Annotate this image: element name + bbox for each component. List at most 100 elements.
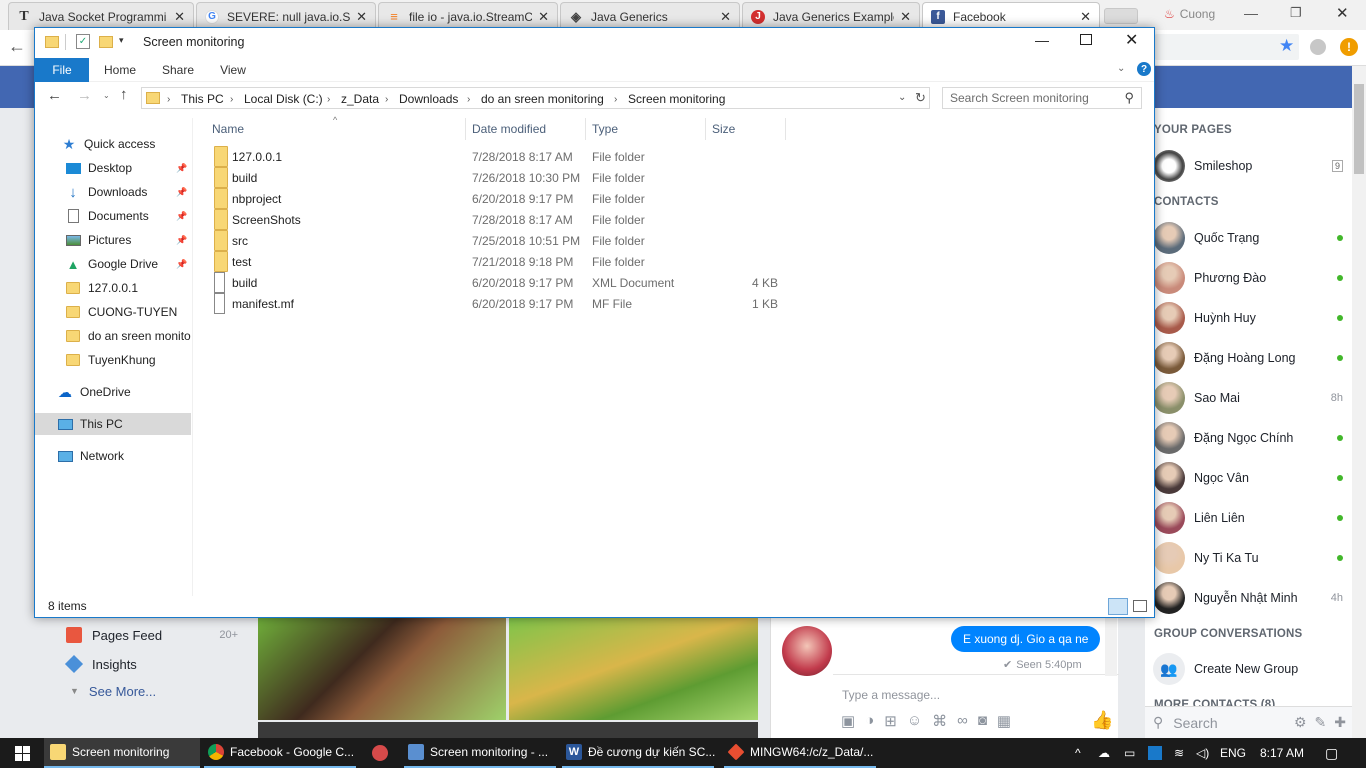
- feed-photo[interactable]: [258, 618, 506, 720]
- column-header-name[interactable]: Name: [206, 118, 466, 140]
- chat-message-input[interactable]: Type a message...: [842, 688, 940, 702]
- column-header-type[interactable]: Type: [586, 118, 706, 140]
- nav-this-pc[interactable]: This PC: [35, 413, 191, 435]
- new-folder-icon[interactable]: [99, 36, 113, 48]
- search-input[interactable]: Search Screen monitoring: [950, 91, 1124, 105]
- search-box[interactable]: Search Screen monitoring ⚲: [942, 87, 1142, 109]
- browser-tab-active[interactable]: f Facebook ✕: [922, 2, 1100, 30]
- pin-icon[interactable]: 📌: [176, 163, 187, 174]
- nav-google-drive[interactable]: ▲ Google Drive 📌: [35, 253, 191, 275]
- chat-scrollbar[interactable]: [1105, 618, 1117, 676]
- clock[interactable]: 8:17 AM: [1260, 738, 1304, 768]
- new-tab-button[interactable]: [1104, 8, 1138, 24]
- breadcrumb-separator-icon[interactable]: ›: [467, 88, 470, 110]
- minimize-icon[interactable]: —: [1035, 32, 1049, 48]
- contact-item[interactable]: Huỳnh Huy: [1153, 300, 1343, 336]
- breadcrumb-separator-icon[interactable]: ›: [327, 88, 330, 110]
- chat-search-input[interactable]: Search: [1173, 715, 1294, 731]
- scrollbar-thumb[interactable]: [1354, 84, 1364, 174]
- compose-icon[interactable]: ✎: [1315, 714, 1327, 731]
- help-icon[interactable]: ?: [1137, 62, 1151, 76]
- nav-recent-folder[interactable]: 127.0.0.1: [35, 277, 191, 299]
- pin-icon[interactable]: 📌: [176, 211, 187, 222]
- close-tab-icon[interactable]: ✕: [900, 9, 911, 25]
- nav-documents[interactable]: Documents 📌: [35, 205, 191, 227]
- left-nav-insights[interactable]: Insights: [64, 653, 246, 675]
- refresh-icon[interactable]: ↻: [915, 90, 926, 106]
- alert-icon[interactable]: !: [1340, 38, 1358, 56]
- nav-quick-access[interactable]: ★ Quick access: [35, 133, 191, 155]
- language-indicator[interactable]: ENG: [1220, 738, 1246, 768]
- close-tab-icon[interactable]: ✕: [1080, 9, 1091, 25]
- nav-recent-folder[interactable]: do an sreen monito: [35, 325, 191, 347]
- nav-desktop[interactable]: Desktop 📌: [35, 157, 191, 179]
- nav-pictures[interactable]: Pictures 📌: [35, 229, 191, 251]
- folder-row[interactable]: nbproject 6/20/2018 9:17 PM File folder: [208, 188, 788, 209]
- create-group-button[interactable]: 👥 Create New Group: [1153, 651, 1343, 687]
- sticker-icon[interactable]: ◑: [865, 712, 874, 730]
- column-header-size[interactable]: Size: [706, 118, 786, 140]
- emoji-icon[interactable]: ☺: [907, 712, 922, 730]
- extension-icon[interactable]: [1310, 39, 1326, 55]
- restore-icon[interactable]: ❐: [1290, 5, 1302, 21]
- contact-item[interactable]: Nguyễn Nhật Minh 4h: [1153, 580, 1343, 616]
- tab-share[interactable]: Share: [153, 58, 203, 82]
- maximize-icon[interactable]: [1080, 34, 1092, 45]
- tab-file[interactable]: File: [35, 58, 89, 82]
- photo-icon[interactable]: ▣: [841, 712, 855, 730]
- folder-row[interactable]: ScreenShots 7/28/2018 8:17 AM File folder: [208, 209, 788, 230]
- battery-icon[interactable]: ▭: [1124, 738, 1135, 768]
- page-item[interactable]: Smileshop 9: [1153, 148, 1343, 184]
- browser-tab[interactable]: G SEVERE: null java.io.Stre ✕: [196, 2, 376, 30]
- left-nav-pages-feed[interactable]: Pages Feed 20+: [66, 624, 246, 646]
- close-tab-icon[interactable]: ✕: [538, 9, 549, 25]
- up-arrow-icon[interactable]: ↑: [120, 86, 128, 103]
- contact-item[interactable]: Phương Đào: [1153, 260, 1343, 296]
- taskbar-item-chrome[interactable]: Facebook - Google C...: [204, 738, 356, 768]
- breadcrumb-z-data[interactable]: z_Data: [341, 88, 379, 110]
- notifications-icon[interactable]: ▢: [1325, 738, 1338, 768]
- breadcrumb-separator-icon[interactable]: ›: [614, 88, 617, 110]
- folder-row[interactable]: build 7/26/2018 10:30 PM File folder: [208, 167, 788, 188]
- contact-item[interactable]: Liên Liên: [1153, 500, 1343, 536]
- gif-icon[interactable]: ⊞: [884, 712, 897, 730]
- page-scrollbar[interactable]: [1352, 66, 1366, 738]
- back-arrow-icon[interactable]: ←: [8, 36, 26, 57]
- column-header-date-modified[interactable]: Date modified: [466, 118, 586, 140]
- folder-row[interactable]: src 7/25/2018 10:51 PM File folder: [208, 230, 788, 251]
- like-thumb-icon[interactable]: 👍: [1091, 710, 1113, 731]
- address-dropdown-chevron-icon[interactable]: ⌄: [898, 92, 906, 103]
- taskbar-item-app[interactable]: [358, 738, 402, 768]
- properties-icon[interactable]: ✓: [76, 34, 90, 49]
- large-icons-view-icon[interactable]: [1133, 600, 1147, 612]
- wifi-icon[interactable]: ≋: [1174, 738, 1184, 768]
- chat-avatar[interactable]: [782, 626, 832, 676]
- back-arrow-icon[interactable]: ←: [47, 87, 62, 104]
- start-button[interactable]: [0, 738, 44, 768]
- recent-locations-chevron-icon[interactable]: ⌄: [103, 91, 110, 100]
- taskbar-item-explorer[interactable]: Screen monitoring: [44, 738, 200, 768]
- tab-view[interactable]: View: [210, 58, 256, 82]
- file-row[interactable]: manifest.mf 6/20/2018 9:17 PM MF File 1 KB: [208, 293, 788, 314]
- taskbar-item-netbeans[interactable]: Screen monitoring - ...: [404, 738, 556, 768]
- folder-row[interactable]: 127.0.0.1 7/28/2018 8:17 AM File folder: [208, 146, 788, 167]
- contact-item[interactable]: Quốc Trạng: [1153, 220, 1343, 256]
- breadcrumb-downloads[interactable]: Downloads: [399, 88, 458, 110]
- browser-tab[interactable]: ◈ Java Generics ✕: [560, 2, 740, 30]
- settings-gear-icon[interactable]: ⚙: [1294, 714, 1307, 731]
- close-tab-icon[interactable]: ✕: [356, 9, 367, 25]
- file-row[interactable]: build 6/20/2018 9:17 PM XML Document 4 KB: [208, 272, 788, 293]
- breadcrumb-separator-icon[interactable]: ›: [385, 88, 388, 110]
- address-bar[interactable]: › This PC › Local Disk (C:) › z_Data › D…: [141, 87, 930, 109]
- camera-icon[interactable]: ◙: [978, 712, 987, 730]
- see-more-link[interactable]: ▼ See More...: [70, 681, 156, 701]
- taskbar-item-word[interactable]: W Đề cương dự kiến SC...: [562, 738, 715, 768]
- breadcrumb-separator-icon[interactable]: ›: [230, 88, 233, 110]
- breadcrumb-screen-monitoring[interactable]: Screen monitoring: [628, 88, 725, 110]
- tab-home[interactable]: Home: [95, 58, 145, 82]
- contact-item[interactable]: Ny Ti Ka Tu: [1153, 540, 1343, 576]
- omnibox[interactable]: [1155, 34, 1299, 60]
- taskbar-item-git-bash[interactable]: MINGW64:/c/z_Data/...: [724, 738, 876, 768]
- browser-tab[interactable]: J Java Generics Example ✕: [742, 2, 920, 30]
- browser-tab[interactable]: ≡ file io - java.io.StreamC ✕: [378, 2, 558, 30]
